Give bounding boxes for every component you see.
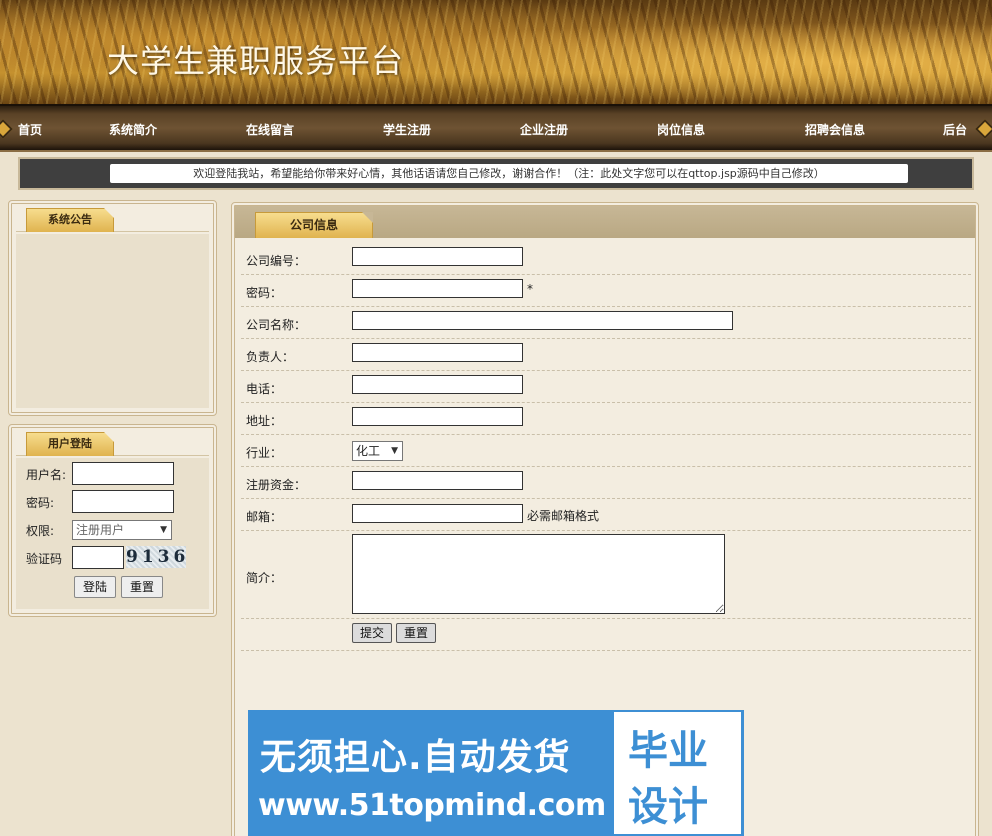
promo-url: www.51topmind.com xyxy=(258,788,606,823)
login-reset-button[interactable]: 重置 xyxy=(121,576,163,598)
announcement-body xyxy=(16,234,209,408)
form-actions-row: 提交 重置 xyxy=(241,619,971,651)
password-input[interactable] xyxy=(72,490,174,513)
promo-badge-line1: 毕业 xyxy=(628,728,708,774)
nav-item-home[interactable]: 首页 xyxy=(18,121,42,138)
password-label: 密码: xyxy=(26,496,55,510)
address-row: 地址： xyxy=(241,403,971,435)
email-row: 邮箱： 必需邮箱格式 xyxy=(241,499,971,531)
login-panel: 用户登陆 用户名: 密码: 权限: 注册用户 ▼ 验证码 9136 登陆 重置 xyxy=(8,424,217,617)
login-body: 用户名: 密码: 权限: 注册用户 ▼ 验证码 9136 登陆 重置 xyxy=(16,458,209,609)
address-label: 地址： xyxy=(246,414,283,428)
capital-label: 注册资金： xyxy=(246,478,307,492)
company-id-row: 公司编号： xyxy=(241,243,971,275)
email-hint: 必需邮箱格式 xyxy=(527,509,600,523)
login-header: 用户登陆 xyxy=(16,430,209,456)
nav-ornament-right-icon xyxy=(975,119,992,139)
nav-item-messages[interactable]: 在线留言 xyxy=(246,121,294,138)
company-password-row: 密码： * xyxy=(241,275,971,307)
company-form-title: 公司信息 xyxy=(255,212,373,238)
chevron-down-icon: ▼ xyxy=(160,525,167,535)
company-name-label: 公司名称： xyxy=(246,318,307,332)
industry-row: 行业： 化工 ▼ xyxy=(241,435,971,467)
industry-selected-value: 化工 xyxy=(356,444,381,458)
form-reset-button[interactable]: 重置 xyxy=(396,623,436,643)
captcha-label: 验证码 xyxy=(26,552,63,566)
industry-label: 行业： xyxy=(246,446,283,460)
intro-label: 简介： xyxy=(246,571,283,585)
company-password-label: 密码： xyxy=(246,286,283,300)
promo-text-area: 无须担心.自动发货 www.51topmind.com xyxy=(248,710,612,836)
company-form-header: 公司信息 xyxy=(235,206,975,238)
capital-row: 注册资金： xyxy=(241,467,971,499)
company-id-input[interactable] xyxy=(352,247,523,266)
role-label: 权限: xyxy=(26,524,55,538)
login-button[interactable]: 登陆 xyxy=(74,576,116,598)
main-nav: 首页 系统简介 在线留言 学生注册 企业注册 岗位信息 招聘会信息 后台 xyxy=(0,104,992,152)
captcha-image[interactable]: 9136 xyxy=(126,546,186,568)
announcement-panel: 系统公告 xyxy=(8,200,217,416)
promo-banner[interactable]: 无须担心.自动发货 www.51topmind.com 毕业 设计 xyxy=(248,710,744,836)
capital-input[interactable] xyxy=(352,471,523,490)
username-input[interactable] xyxy=(72,462,174,485)
role-selected-value: 注册用户 xyxy=(76,523,125,537)
intro-row: 简介： xyxy=(241,531,971,619)
promo-badge: 毕业 设计 xyxy=(614,712,741,834)
nav-item-jobs[interactable]: 岗位信息 xyxy=(657,121,705,138)
nav-ornament-left-icon xyxy=(0,119,13,139)
phone-row: 电话： xyxy=(241,371,971,403)
nav-item-job-fairs[interactable]: 招聘会信息 xyxy=(805,121,865,138)
header-banner: 大学生兼职服务平台 xyxy=(0,0,992,104)
announcement-title: 系统公告 xyxy=(26,208,114,232)
login-title: 用户登陆 xyxy=(26,432,114,456)
nav-item-admin[interactable]: 后台 xyxy=(943,121,967,138)
announcement-header: 系统公告 xyxy=(16,206,209,232)
email-label: 邮箱： xyxy=(246,510,283,524)
required-marker: * xyxy=(527,282,533,296)
manager-row: 负责人： xyxy=(241,339,971,371)
manager-label: 负责人： xyxy=(246,350,295,364)
nav-item-company-register[interactable]: 企业注册 xyxy=(520,121,568,138)
role-select[interactable]: 注册用户 ▼ xyxy=(72,520,172,540)
chevron-down-icon: ▼ xyxy=(391,446,398,456)
address-input[interactable] xyxy=(352,407,523,426)
phone-input[interactable] xyxy=(352,375,523,394)
manager-input[interactable] xyxy=(352,343,523,362)
promo-slogan: 无须担心.自动发货 xyxy=(260,737,571,778)
username-label: 用户名: xyxy=(26,468,67,482)
email-input[interactable] xyxy=(352,504,523,523)
promo-badge-line2: 设计 xyxy=(628,784,708,830)
company-id-label: 公司编号： xyxy=(246,254,307,268)
nav-item-about[interactable]: 系统简介 xyxy=(109,121,157,138)
site-title: 大学生兼职服务平台 xyxy=(107,42,405,80)
marquee-bar: 欢迎登陆我站，希望能给你带来好心情，其他话语请您自己修改，谢谢合作！（注：此处文… xyxy=(18,157,974,190)
captcha-input[interactable] xyxy=(72,546,124,569)
company-name-row: 公司名称： xyxy=(241,307,971,339)
intro-textarea[interactable] xyxy=(352,534,725,614)
company-password-input[interactable] xyxy=(352,279,523,298)
submit-button[interactable]: 提交 xyxy=(352,623,392,643)
company-name-input[interactable] xyxy=(352,311,733,330)
welcome-marquee: 欢迎登陆我站，希望能给你带来好心情，其他话语请您自己修改，谢谢合作！（注：此处文… xyxy=(110,164,908,183)
industry-select[interactable]: 化工 ▼ xyxy=(352,441,403,461)
phone-label: 电话： xyxy=(246,382,283,396)
nav-item-student-register[interactable]: 学生注册 xyxy=(383,121,431,138)
